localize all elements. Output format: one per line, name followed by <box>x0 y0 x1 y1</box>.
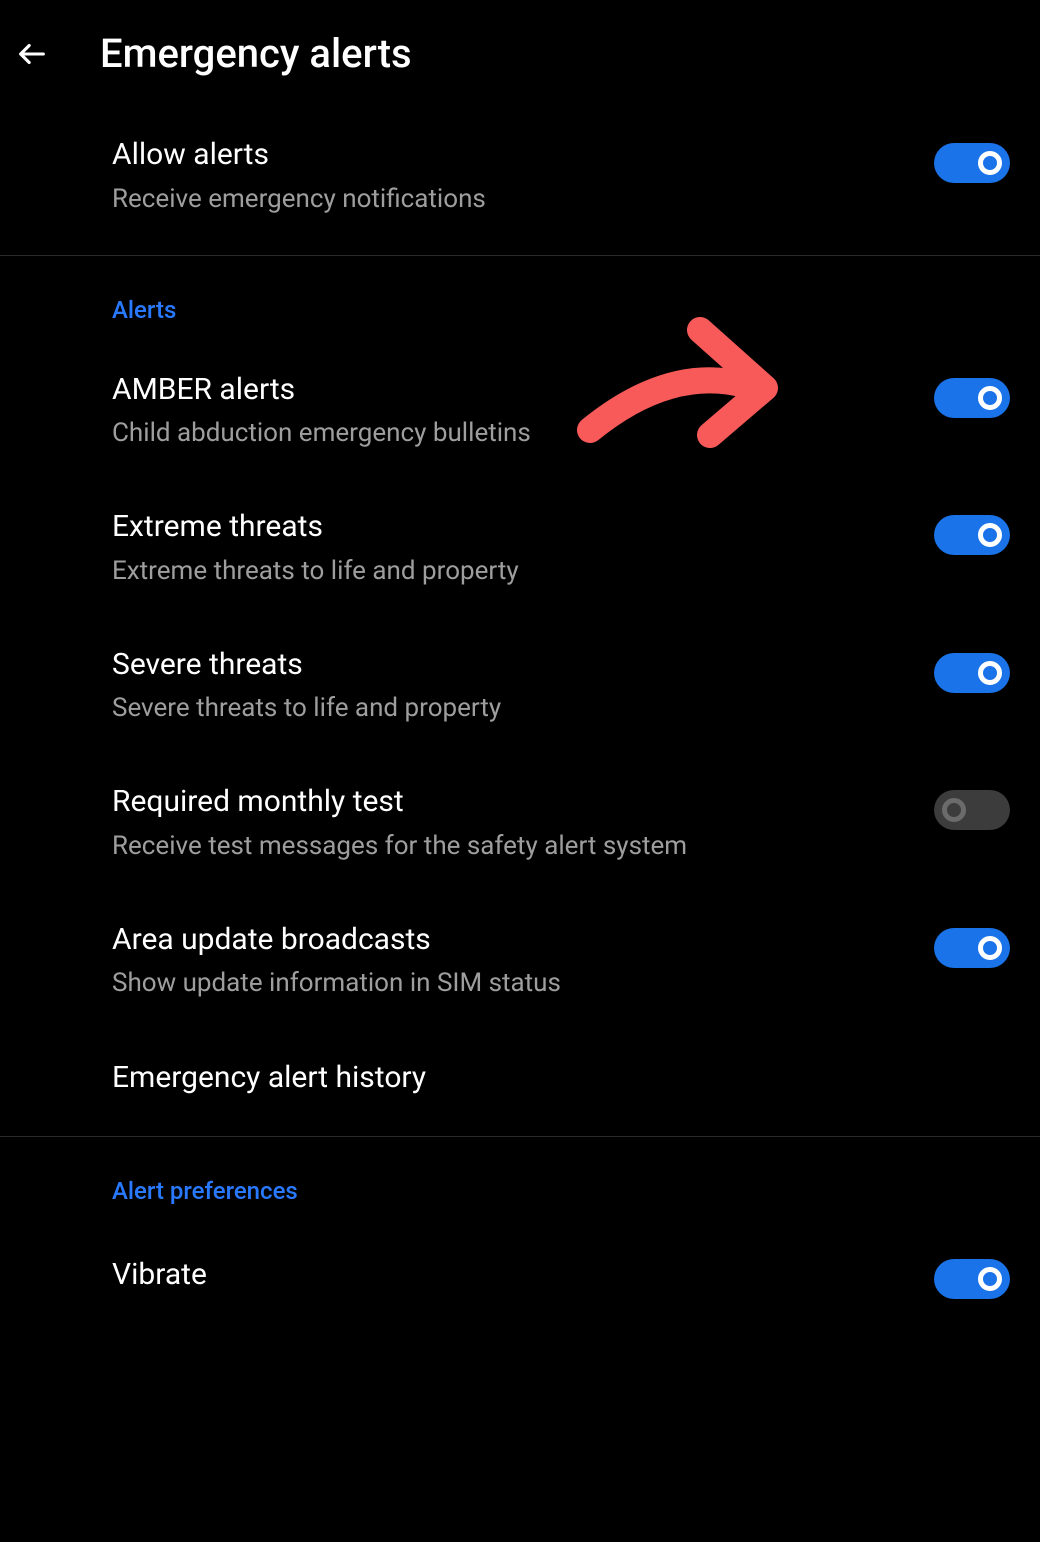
monthly-test-title: Required monthly test <box>112 782 904 823</box>
amber-alerts-title: AMBER alerts <box>112 370 904 411</box>
extreme-threats-row[interactable]: Extreme threats Extreme threats to life … <box>0 479 1040 617</box>
vibrate-title: Vibrate <box>112 1255 904 1296</box>
monthly-test-row[interactable]: Required monthly test Receive test messa… <box>0 754 1040 892</box>
area-update-row[interactable]: Area update broadcasts Show update infor… <box>0 892 1040 1030</box>
toggle-thumb <box>978 1267 1002 1291</box>
amber-alerts-subtitle: Child abduction emergency bulletins <box>112 416 904 451</box>
toggle-thumb <box>942 798 966 822</box>
area-update-text: Area update broadcasts Show update infor… <box>112 920 934 1002</box>
toggle-thumb <box>978 936 1002 960</box>
alerts-section-header: Alerts <box>0 256 1040 342</box>
severe-threats-subtitle: Severe threats to life and property <box>112 691 904 726</box>
monthly-test-toggle[interactable] <box>934 790 1010 830</box>
amber-alerts-toggle[interactable] <box>934 378 1010 418</box>
extreme-threats-title: Extreme threats <box>112 507 904 548</box>
severe-threats-text: Severe threats Severe threats to life an… <box>112 645 934 727</box>
allow-alerts-row[interactable]: Allow alerts Receive emergency notificat… <box>0 107 1040 245</box>
alert-history-row[interactable]: Emergency alert history <box>0 1030 1040 1127</box>
alert-history-title: Emergency alert history <box>112 1058 980 1099</box>
monthly-test-text: Required monthly test Receive test messa… <box>112 782 934 864</box>
extreme-threats-subtitle: Extreme threats to life and property <box>112 554 904 589</box>
monthly-test-subtitle: Receive test messages for the safety ale… <box>112 829 904 864</box>
alert-history-text: Emergency alert history <box>112 1058 1010 1099</box>
allow-alerts-title: Allow alerts <box>112 135 904 176</box>
vibrate-toggle[interactable] <box>934 1259 1010 1299</box>
page-title: Emergency alerts <box>100 30 412 77</box>
toggle-thumb <box>978 151 1002 175</box>
area-update-title: Area update broadcasts <box>112 920 904 961</box>
back-arrow-icon <box>15 37 49 71</box>
area-update-subtitle: Show update information in SIM status <box>112 966 904 1001</box>
extreme-threats-text: Extreme threats Extreme threats to life … <box>112 507 934 589</box>
amber-alerts-text: AMBER alerts Child abduction emergency b… <box>112 370 934 452</box>
allow-alerts-subtitle: Receive emergency notifications <box>112 182 904 217</box>
allow-alerts-toggle[interactable] <box>934 143 1010 183</box>
area-update-toggle[interactable] <box>934 928 1010 968</box>
extreme-threats-toggle[interactable] <box>934 515 1010 555</box>
preferences-section-header: Alert preferences <box>0 1137 1040 1223</box>
back-button[interactable] <box>12 34 52 74</box>
amber-alerts-row[interactable]: AMBER alerts Child abduction emergency b… <box>0 342 1040 480</box>
toggle-thumb <box>978 661 1002 685</box>
severe-threats-row[interactable]: Severe threats Severe threats to life an… <box>0 617 1040 755</box>
severe-threats-title: Severe threats <box>112 645 904 686</box>
vibrate-row[interactable]: Vibrate <box>0 1223 1040 1327</box>
vibrate-text: Vibrate <box>112 1255 934 1296</box>
severe-threats-toggle[interactable] <box>934 653 1010 693</box>
allow-alerts-text: Allow alerts Receive emergency notificat… <box>112 135 934 217</box>
toggle-thumb <box>978 386 1002 410</box>
header: Emergency alerts <box>0 0 1040 107</box>
toggle-thumb <box>978 523 1002 547</box>
